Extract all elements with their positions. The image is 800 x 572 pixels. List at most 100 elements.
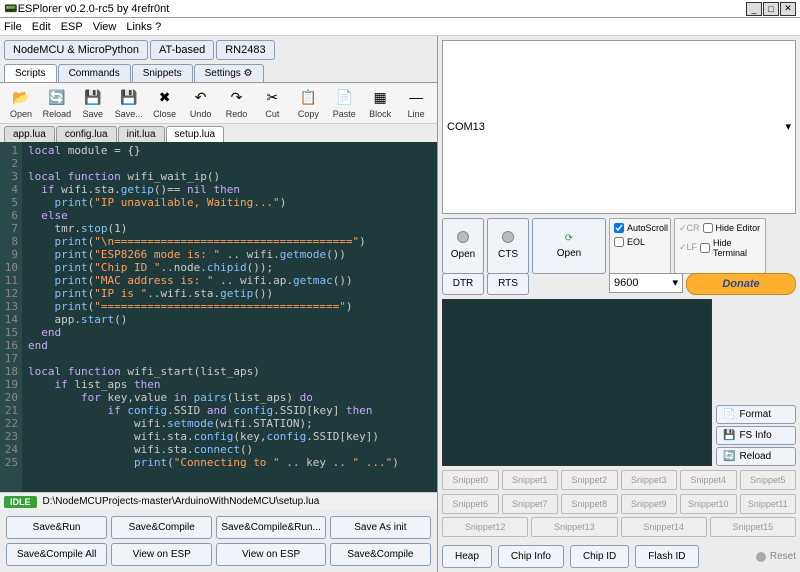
- side-reload[interactable]: 🔄Reload: [716, 447, 796, 466]
- open-connection-button[interactable]: ⟳Open: [532, 218, 606, 274]
- tab-rn2483[interactable]: RN2483: [216, 40, 274, 60]
- tool-reload[interactable]: 🔄Reload: [40, 87, 74, 119]
- btn-savecompile[interactable]: Save&Compile: [111, 516, 212, 539]
- app-icon: 📟: [4, 2, 18, 15]
- status-path: D:\NodeMCUProjects-master\ArduinoWithNod…: [43, 496, 320, 507]
- scroll-options: AutoScroll EOL: [609, 218, 671, 274]
- snippet-2[interactable]: Snippet2: [561, 470, 618, 490]
- file-tabs: app.luaconfig.luainit.luasetup.lua: [0, 124, 437, 142]
- subtab-commands[interactable]: Commands: [58, 64, 131, 82]
- reset-button[interactable]: Reset: [756, 551, 796, 562]
- foot-flash-id[interactable]: Flash ID: [635, 545, 698, 568]
- dtr-button[interactable]: DTR: [442, 273, 484, 295]
- tool-paste[interactable]: 📄Paste: [327, 87, 361, 119]
- footer-buttons: Heap Chip Info Chip ID Flash ID Reset: [442, 545, 796, 568]
- menu-esp[interactable]: ESP: [61, 21, 83, 33]
- rts-button[interactable]: RTS: [487, 273, 529, 295]
- btn-savecompile all[interactable]: Save&Compile All: [6, 543, 107, 566]
- snippet-4[interactable]: Snippet4: [680, 470, 737, 490]
- snippet-14[interactable]: Snippet14: [621, 517, 707, 537]
- side-format[interactable]: 📄Format: [716, 405, 796, 424]
- window-title: ESPlorer v0.2.0-rc5 by 4refr0nt: [18, 3, 745, 15]
- snippet-8[interactable]: Snippet8: [561, 494, 618, 514]
- side-buttons: 📄Format 💾FS Info 🔄Reload: [716, 405, 796, 466]
- tool-save...[interactable]: 💾Save...: [112, 87, 146, 119]
- line-gutter: 1234567891011121314151617181920212223242…: [0, 142, 22, 492]
- menu-view[interactable]: View: [93, 21, 117, 33]
- tab-nodemcu[interactable]: NodeMCU & MicroPython: [4, 40, 148, 60]
- subtab-settings[interactable]: Settings ⚙: [194, 64, 264, 82]
- snippet-9[interactable]: Snippet9: [621, 494, 678, 514]
- open-button[interactable]: Open: [442, 218, 484, 274]
- tool-close[interactable]: ✖Close: [148, 87, 182, 119]
- tool-block[interactable]: ▦Block: [363, 87, 397, 119]
- tool-open[interactable]: 📂Open: [4, 87, 38, 119]
- snippet-13[interactable]: Snippet13: [531, 517, 617, 537]
- btn-view on esp[interactable]: View on ESP: [111, 543, 212, 566]
- view-options: ✓CRHide Editor ✓LFHide Terminal: [674, 218, 766, 274]
- port-select[interactable]: COM13▾: [442, 40, 796, 214]
- btn-view on esp[interactable]: View on ESP: [216, 543, 326, 566]
- maximize-button[interactable]: □: [763, 2, 779, 16]
- chevron-down-icon: ▾: [672, 276, 678, 289]
- tool-cut[interactable]: ✂Cut: [255, 87, 289, 119]
- menu-edit[interactable]: Edit: [32, 21, 51, 33]
- snippet-7[interactable]: Snippet7: [502, 494, 559, 514]
- btn-savecompilerun[interactable]: Save&Compile&Run...: [216, 516, 326, 539]
- menu-file[interactable]: File: [4, 21, 22, 33]
- file-tab-setup.lua[interactable]: setup.lua: [166, 126, 225, 142]
- snippet-10[interactable]: Snippet10: [680, 494, 737, 514]
- left-panel: NodeMCU & MicroPython AT-based RN2483 Sc…: [0, 36, 438, 572]
- autoscroll-check[interactable]: AutoScroll: [614, 223, 666, 233]
- subtab-snippets[interactable]: Snippets: [132, 64, 193, 82]
- tool-undo[interactable]: ↶Undo: [184, 87, 218, 119]
- menubar: File Edit ESP View Links ?: [0, 18, 800, 36]
- menu-links[interactable]: Links ?: [126, 21, 161, 33]
- snippet-row-1: Snippet0Snippet1Snippet2Snippet3Snippet4…: [442, 470, 796, 490]
- minimize-button[interactable]: _: [746, 2, 762, 16]
- right-panel: COM13▾ Open CTS ⟳Open AutoScroll EOL ✓CR…: [438, 36, 800, 572]
- close-button[interactable]: ✕: [780, 2, 796, 16]
- snippet-15[interactable]: Snippet15: [710, 517, 796, 537]
- file-tab-init.lua[interactable]: init.lua: [118, 126, 165, 142]
- titlebar: 📟 ESPlorer v0.2.0-rc5 by 4refr0nt _ □ ✕: [0, 0, 800, 18]
- terminal[interactable]: [442, 299, 712, 467]
- chevron-down-icon: ▾: [785, 120, 791, 133]
- snippet-1[interactable]: Snippet1: [502, 470, 559, 490]
- snippet-row-2: Snippet6Snippet7Snippet8Snippet9Snippet1…: [442, 494, 796, 514]
- snippet-6[interactable]: Snippet6: [442, 494, 499, 514]
- tool-copy[interactable]: 📋Copy: [291, 87, 325, 119]
- cts-led-icon: [502, 231, 514, 243]
- foot-chip-info[interactable]: Chip Info: [498, 545, 564, 568]
- hide-editor-check[interactable]: ✓CRHide Editor: [679, 223, 761, 234]
- code-area[interactable]: local module = {}local function wifi_wai…: [22, 142, 437, 492]
- code-editor[interactable]: 1234567891011121314151617181920212223242…: [0, 142, 437, 492]
- snippet-0[interactable]: Snippet0: [442, 470, 499, 490]
- snippet-11[interactable]: Snippet11: [740, 494, 797, 514]
- status-bar: IDLE D:\NodeMCUProjects-master\ArduinoWi…: [0, 492, 437, 510]
- side-fs-info[interactable]: 💾FS Info: [716, 426, 796, 445]
- donate-button[interactable]: Donate: [686, 273, 796, 295]
- toolbar: 📂Open🔄Reload💾Save💾Save...✖Close↶Undo↷Red…: [0, 83, 437, 124]
- tool-redo[interactable]: ↷Redo: [220, 87, 254, 119]
- btn-save as init[interactable]: Save As init: [330, 516, 431, 539]
- foot-chip-id[interactable]: Chip ID: [570, 545, 629, 568]
- tab-at[interactable]: AT-based: [150, 40, 214, 60]
- tool-save[interactable]: 💾Save: [76, 87, 110, 119]
- snippet-5[interactable]: Snippet5: [740, 470, 797, 490]
- cts-button[interactable]: CTS: [487, 218, 529, 274]
- btn-saverun[interactable]: Save&Run: [6, 516, 107, 539]
- snippet-3[interactable]: Snippet3: [621, 470, 678, 490]
- subtab-scripts[interactable]: Scripts: [4, 64, 57, 82]
- foot-heap[interactable]: Heap: [442, 545, 492, 568]
- baud-select[interactable]: 9600▾: [609, 273, 683, 293]
- tool-line[interactable]: —Line: [399, 87, 433, 119]
- btn-savecompile[interactable]: Save&Compile: [330, 543, 431, 566]
- idle-badge: IDLE: [4, 496, 37, 508]
- file-tab-app.lua[interactable]: app.lua: [4, 126, 55, 142]
- eol-check[interactable]: EOL: [614, 237, 666, 247]
- hide-terminal-check[interactable]: ✓LFHide Terminal: [679, 238, 761, 258]
- file-tab-config.lua[interactable]: config.lua: [56, 126, 117, 142]
- snippet-row-3: Snippet12Snippet13Snippet14Snippet15: [442, 517, 796, 537]
- snippet-12[interactable]: Snippet12: [442, 517, 528, 537]
